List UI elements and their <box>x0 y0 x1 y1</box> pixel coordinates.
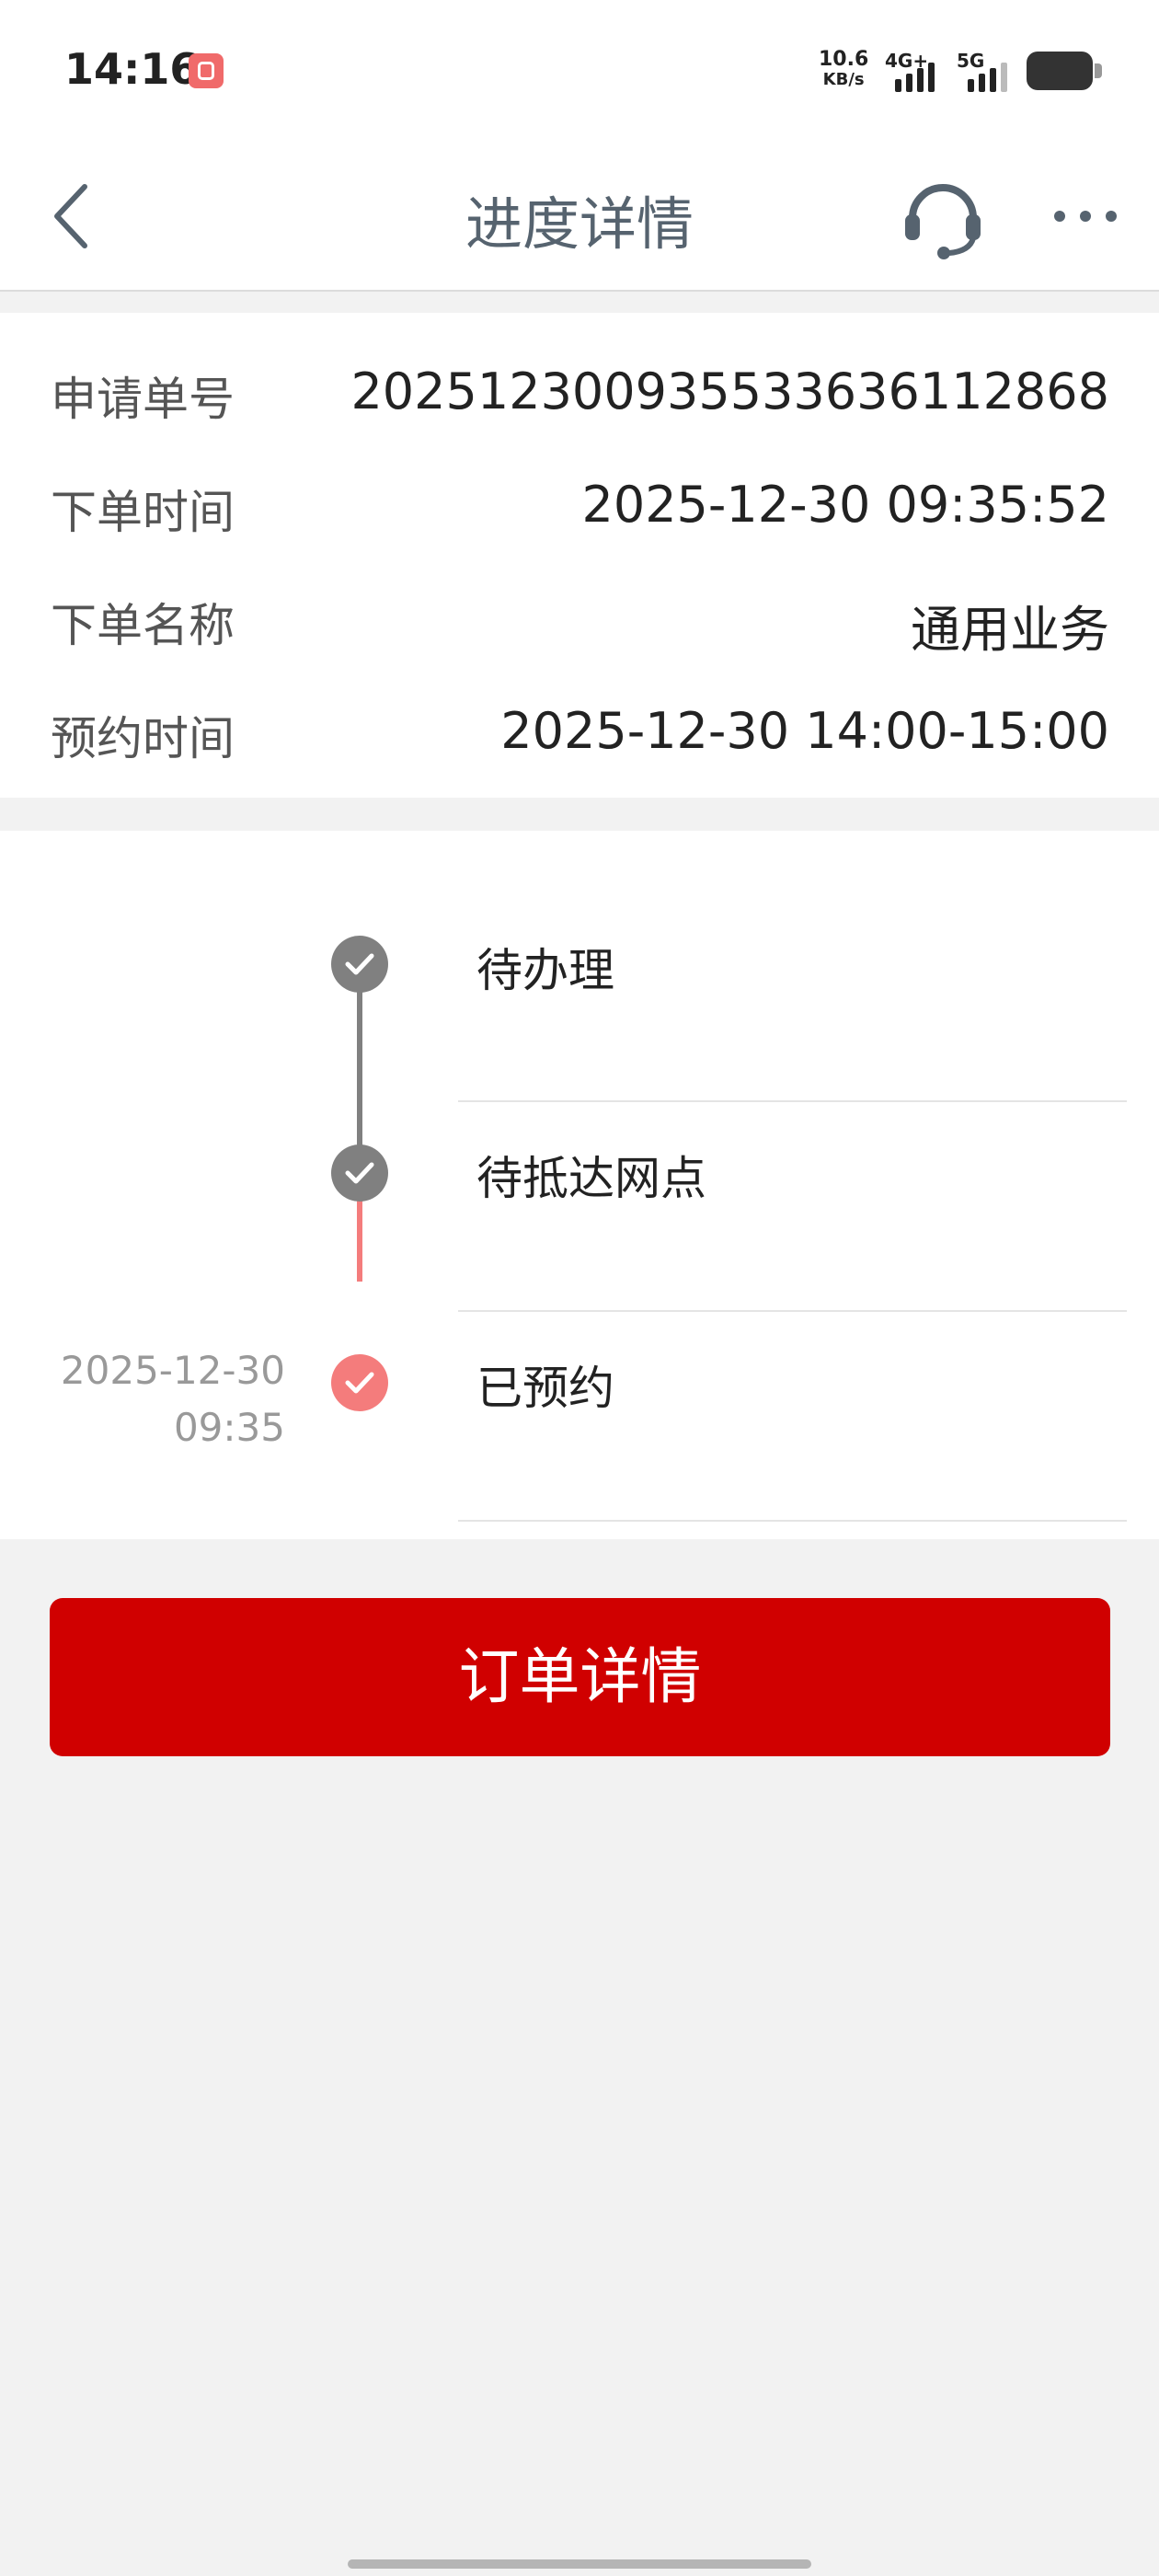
network-speed-unit: KB/s <box>822 70 865 89</box>
timeline-node-done <box>331 1144 388 1202</box>
timeline-divider <box>458 1520 1127 1522</box>
status-time: 14:16 <box>64 44 200 94</box>
timeline-step-label: 待抵达网点 <box>476 1152 706 1205</box>
check-icon <box>345 953 374 975</box>
navigation-bar: 进度详情 <box>0 143 1159 292</box>
info-value: 2025-12-30 14:00-15:00 <box>500 702 1109 760</box>
timeline-step-datetime: 2025-12-30 09:35 <box>61 1342 285 1456</box>
timeline-node-done <box>331 936 388 993</box>
info-row-appointment-time: 预约时间 2025-12-30 14:00-15:00 <box>0 691 1159 765</box>
timeline-step-label: 待办理 <box>476 944 614 997</box>
info-value: 2025123009355336361128​68 <box>350 362 1109 420</box>
home-indicator[interactable] <box>348 2559 811 2569</box>
info-label: 预约时间 <box>51 712 235 765</box>
info-value: 通用业务 <box>911 601 1109 659</box>
signal-bars-icon <box>966 55 1012 92</box>
network-speed-value: 10.6 <box>819 48 869 71</box>
battery-icon <box>1027 52 1102 90</box>
page-title: 进度详情 <box>465 190 694 258</box>
status-bar: 14:16 10.6 KB/s 4G+ 5G <box>0 0 1159 143</box>
info-row-order-name: 下单名称 通用业务 <box>0 578 1159 659</box>
check-icon <box>345 1162 374 1184</box>
info-value: 2025-12-30 09:35:52 <box>581 476 1109 534</box>
timeline-divider <box>458 1310 1127 1312</box>
headset-icon <box>905 184 981 259</box>
info-row-order-time: 下单时间 2025-12-30 09:35:52 <box>0 465 1159 539</box>
network-speed: 10.6 KB/s <box>819 50 868 90</box>
info-label: 申请单号 <box>51 373 235 426</box>
timeline-step-label: 已预约 <box>476 1362 614 1415</box>
timeline-node-current <box>331 1354 388 1411</box>
progress-timeline: 待办理 待抵达网点 2025-12-30 09:35 已预约 <box>0 831 1159 1539</box>
more-button[interactable] <box>1049 198 1122 235</box>
order-details-button[interactable]: 订单详情 <box>50 1598 1110 1756</box>
check-icon <box>345 1372 374 1394</box>
more-dots-icon <box>1054 211 1117 222</box>
timeline-step-time: 09:35 <box>173 1405 285 1450</box>
customer-service-button[interactable] <box>901 170 984 262</box>
timeline-divider <box>458 1100 1127 1102</box>
info-label: 下单时间 <box>51 486 235 539</box>
info-label: 下单名称 <box>51 599 235 652</box>
order-info-card: 申请单号 2025123009355336361128​68 下单时间 2025… <box>0 313 1159 798</box>
info-row-application-number: 申请单号 2025123009355336361128​68 <box>0 351 1159 426</box>
app-notification-icon <box>189 53 224 88</box>
signal-bars-icon <box>888 55 943 92</box>
timeline-step-date: 2025-12-30 <box>60 1348 285 1393</box>
